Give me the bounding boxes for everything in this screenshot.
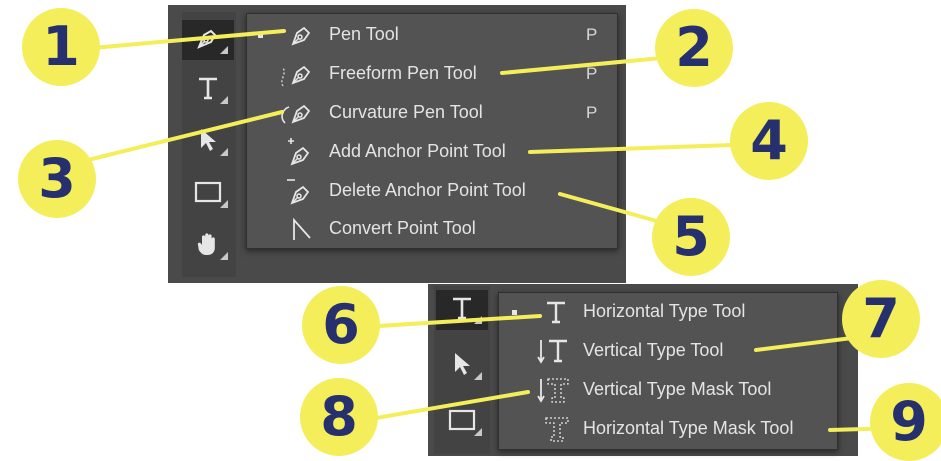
subtools-indicator-icon: [474, 372, 482, 380]
menu-item-vertical-type-tool[interactable]: Vertical Type Tool: [499, 332, 837, 370]
callout-badge-2: 2: [655, 9, 733, 87]
menu-item-label: Vertical Type Mask Tool: [583, 379, 772, 399]
menu-item-label: Delete Anchor Point Tool: [329, 180, 526, 200]
freeform-pen-icon: [277, 59, 321, 89]
vertical-type-icon: [535, 336, 573, 366]
menu-item-label: Add Anchor Point Tool: [329, 141, 506, 161]
subtools-indicator-icon: [220, 96, 228, 104]
menu-item-label: Convert Point Tool: [329, 218, 476, 238]
selected-indicator: [512, 310, 517, 315]
type-tool-flyout-menu: Horizontal Type Tool Vertical Type Tool …: [498, 292, 838, 450]
toolbar-move-button[interactable]: [436, 346, 488, 386]
horizontal-type-icon: [541, 298, 571, 326]
subtools-indicator-icon: [220, 148, 228, 156]
selected-indicator: [258, 33, 263, 38]
menu-item-freeform-pen-tool[interactable]: Freeform Pen Tool P: [247, 55, 617, 93]
toolbar-rectangle-button[interactable]: [436, 402, 488, 442]
curvature-pen-icon: [277, 98, 321, 128]
menu-item-shortcut: P: [586, 25, 598, 44]
callout-badge-4: 4: [730, 102, 808, 180]
toolbar-rectangle-button[interactable]: [182, 174, 234, 214]
subtools-indicator-icon: [220, 200, 228, 208]
callout-badge-8: 8: [300, 378, 378, 456]
menu-item-shortcut: P: [586, 64, 598, 83]
type-icon: [195, 75, 221, 106]
move-arrow-icon: [195, 127, 221, 158]
callout-badge-1: 1: [22, 8, 100, 86]
menu-item-label: Horizontal Type Mask Tool: [583, 418, 794, 438]
callout-badge-3: 3: [18, 140, 96, 218]
callout-badge-5: 5: [652, 198, 730, 276]
subtools-indicator-icon: [474, 316, 482, 324]
pen-toolbar: [182, 12, 236, 277]
horizontal-type-mask-icon: [541, 414, 573, 444]
menu-item-delete-anchor-point-tool[interactable]: Delete Anchor Point Tool: [247, 172, 617, 210]
menu-item-vertical-type-mask-tool[interactable]: Vertical Type Mask Tool: [499, 371, 837, 409]
menu-item-shortcut: P: [586, 103, 598, 122]
menu-item-convert-point-tool[interactable]: Convert Point Tool: [247, 210, 617, 248]
type-toolbar: [434, 286, 490, 454]
callout-badge-6: 6: [302, 286, 380, 364]
rectangle-icon: [193, 180, 223, 209]
subtools-indicator-icon: [220, 252, 228, 260]
pen-tool-flyout-menu: Pen Tool P Freeform Pen Tool P Curvature…: [246, 13, 618, 249]
menu-item-pen-tool[interactable]: Pen Tool P: [247, 16, 617, 54]
callout-badge-7: 7: [842, 280, 920, 358]
menu-item-label: Vertical Type Tool: [583, 340, 724, 360]
subtools-indicator-icon: [220, 46, 228, 54]
toolbar-pen-button[interactable]: [182, 20, 234, 60]
menu-item-curvature-pen-tool[interactable]: Curvature Pen Tool P: [247, 94, 617, 132]
menu-item-label: Freeform Pen Tool: [329, 63, 477, 83]
subtools-indicator-icon: [474, 428, 482, 436]
toolbar-move-button[interactable]: [182, 122, 234, 162]
menu-item-label: Horizontal Type Tool: [583, 301, 746, 321]
pen-icon: [195, 25, 221, 56]
type-icon: [449, 295, 475, 326]
menu-item-add-anchor-point-tool[interactable]: Add Anchor Point Tool: [247, 133, 617, 171]
vertical-type-mask-icon: [535, 375, 573, 405]
pen-icon: [287, 21, 317, 49]
add-anchor-point-icon: [283, 136, 319, 168]
toolbar-type-button[interactable]: [436, 290, 488, 330]
callout-badge-9: 9: [870, 383, 941, 461]
menu-item-horizontal-type-tool[interactable]: Horizontal Type Tool: [499, 293, 837, 331]
menu-item-label: Curvature Pen Tool: [329, 102, 483, 122]
toolbar-type-button[interactable]: [182, 70, 234, 110]
rectangle-icon: [447, 408, 477, 437]
delete-anchor-point-icon: [283, 175, 319, 207]
move-arrow-icon: [449, 351, 475, 382]
menu-item-label: Pen Tool: [329, 24, 399, 44]
hand-icon: [195, 231, 221, 262]
convert-point-icon: [287, 215, 317, 243]
toolbar-hand-button[interactable]: [182, 226, 234, 266]
menu-item-horizontal-type-mask-tool[interactable]: Horizontal Type Mask Tool: [499, 410, 837, 448]
